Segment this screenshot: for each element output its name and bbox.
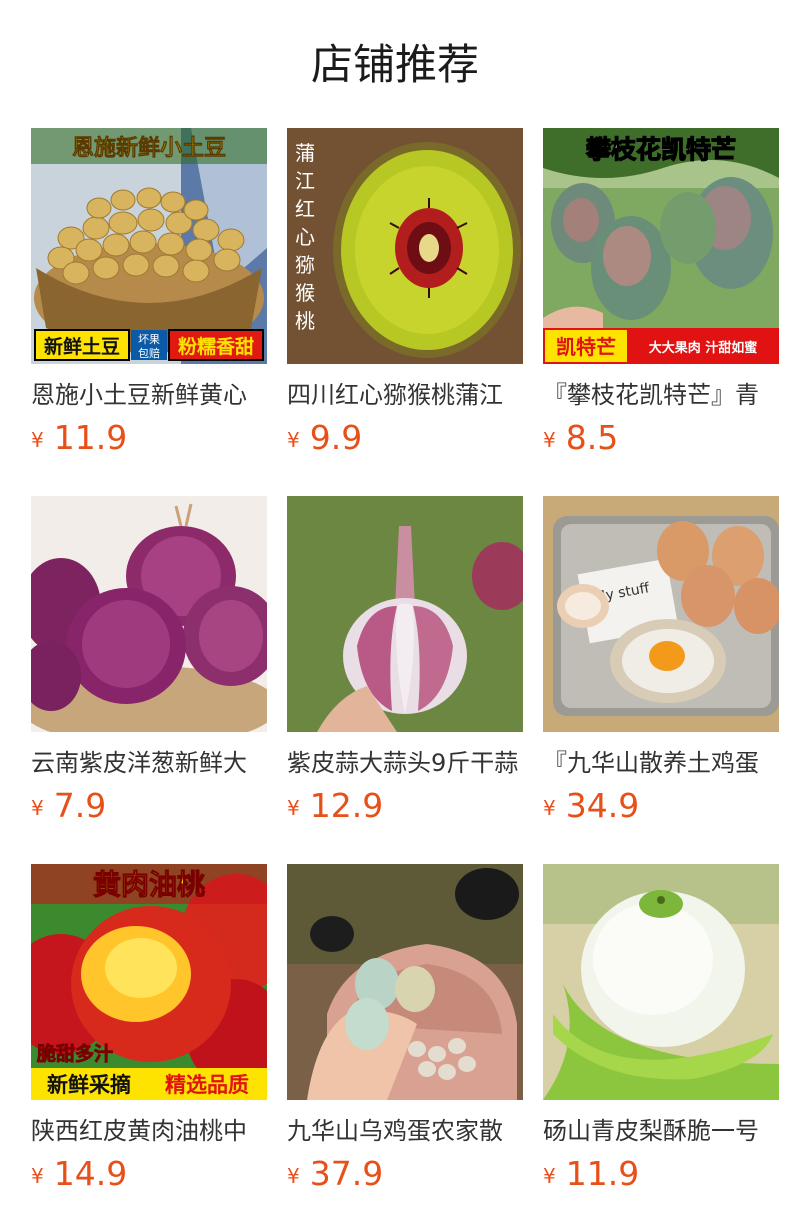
svg-text:猕: 猕: [295, 253, 315, 277]
price-value: 14.9: [53, 1154, 128, 1193]
garlic-bulb-image: [287, 496, 523, 732]
product-name[interactable]: 恩施小土豆新鲜黄心: [31, 378, 267, 412]
currency-symbol: ¥: [31, 1164, 44, 1188]
product-image[interactable]: [287, 496, 523, 732]
product-name[interactable]: 四川红心猕猴桃蒲江: [287, 378, 523, 412]
product-image[interactable]: 蒲 江 红 心 猕 猴 桃: [287, 128, 523, 364]
product-image[interactable]: 恩施新鲜小土豆 新鲜土豆 坏果 包赔 粉糯香甜: [31, 128, 267, 364]
currency-symbol: ¥: [287, 1164, 300, 1188]
product-price: ¥37.9: [287, 1154, 383, 1194]
svg-text:新鲜土豆: 新鲜土豆: [44, 335, 120, 358]
currency-symbol: ¥: [31, 796, 44, 820]
svg-text:坏果: 坏果: [138, 333, 160, 346]
product-card[interactable]: 砀山青皮梨酥脆一号 ¥11.9: [543, 864, 779, 1194]
product-name[interactable]: 紫皮蒜大蒜头9斤干蒜: [287, 746, 523, 780]
product-price: ¥9.9: [287, 418, 362, 458]
product-price: ¥34.9: [543, 786, 639, 826]
product-card[interactable]: 九华山乌鸡蛋农家散 ¥37.9: [287, 864, 523, 1194]
product-name[interactable]: 云南紫皮洋葱新鲜大: [31, 746, 267, 780]
product-price: ¥7.9: [31, 786, 106, 826]
svg-text:新鲜采摘: 新鲜采摘: [47, 1073, 131, 1097]
red-onion-image: [31, 496, 267, 732]
svg-text:包赔: 包赔: [138, 346, 160, 360]
product-card[interactable]: 蒲 江 红 心 猕 猴 桃 四川红心猕猴桃蒲江 ¥9.9: [287, 128, 523, 458]
currency-symbol: ¥: [543, 428, 556, 452]
svg-text:凯特芒: 凯特芒: [556, 335, 616, 359]
svg-text:桃: 桃: [295, 309, 315, 333]
svg-text:精选品质: 精选品质: [165, 1073, 249, 1097]
svg-text:江: 江: [295, 169, 315, 193]
product-name[interactable]: 九华山乌鸡蛋农家散: [287, 1114, 523, 1148]
currency-symbol: ¥: [543, 1164, 556, 1188]
product-image[interactable]: [543, 864, 779, 1100]
product-image[interactable]: 黄肉油桃 脆甜多汁 新鲜采摘 精选品质: [31, 864, 267, 1100]
price-value: 37.9: [309, 1154, 384, 1193]
product-price: ¥12.9: [287, 786, 383, 826]
product-card[interactable]: My stuff 『九华山散养土鸡蛋 ¥34.9: [543, 496, 779, 826]
potato-basket-image: 恩施新鲜小土豆 新鲜土豆 坏果 包赔 粉糯香甜: [31, 128, 267, 364]
price-value: 11.9: [565, 1154, 640, 1193]
svg-text:粉糯香甜: 粉糯香甜: [178, 335, 254, 358]
svg-text:蒲: 蒲: [295, 141, 315, 165]
svg-text:黄肉油桃: 黄肉油桃: [93, 868, 205, 901]
currency-symbol: ¥: [543, 796, 556, 820]
svg-text:恩施新鲜小土豆: 恩施新鲜小土豆: [72, 135, 226, 161]
product-image[interactable]: [287, 864, 523, 1100]
product-price: ¥11.9: [31, 418, 127, 458]
product-price: ¥11.9: [543, 1154, 639, 1194]
product-card[interactable]: 紫皮蒜大蒜头9斤干蒜 ¥12.9: [287, 496, 523, 826]
price-value: 11.9: [53, 418, 128, 457]
svg-text:脆甜多汁: 脆甜多汁: [36, 1042, 113, 1065]
currency-symbol: ¥: [287, 796, 300, 820]
product-name[interactable]: 砀山青皮梨酥脆一号: [543, 1114, 779, 1148]
product-image[interactable]: [31, 496, 267, 732]
product-price: ¥14.9: [31, 1154, 127, 1194]
eggs-tray-image: My stuff: [543, 496, 779, 732]
currency-symbol: ¥: [31, 428, 44, 452]
price-value: 9.9: [309, 418, 363, 457]
svg-text:攀枝花凯特芒: 攀枝花凯特芒: [585, 135, 736, 164]
price-value: 12.9: [309, 786, 384, 825]
svg-text:心: 心: [295, 225, 315, 249]
svg-text:猴: 猴: [295, 281, 315, 305]
nectarine-image: 黄肉油桃 脆甜多汁 新鲜采摘 精选品质: [31, 864, 267, 1100]
product-name[interactable]: 『九华山散养土鸡蛋: [543, 746, 779, 780]
mango-tree-image: 攀枝花凯特芒 凯特芒 大大果肉 汁甜如蜜: [543, 128, 779, 364]
store-recommendations-page: 店铺推荐 恩施新鲜小土豆 新鲜土豆 坏果 包赔 粉糯香甜 恩施小土豆新鲜黄心 ¥…: [0, 0, 790, 1232]
product-name[interactable]: 陕西红皮黄肉油桃中: [31, 1114, 267, 1148]
product-price: ¥8.5: [543, 418, 618, 458]
kiwi-fruit-image: 蒲 江 红 心 猕 猴 桃: [287, 128, 523, 364]
peeled-pear-image: [543, 864, 779, 1100]
product-name[interactable]: 『攀枝花凯特芒』青: [543, 378, 779, 412]
page-title: 店铺推荐: [310, 40, 479, 89]
svg-text:红: 红: [295, 197, 315, 221]
price-value: 8.5: [565, 418, 619, 457]
product-image[interactable]: 攀枝花凯特芒 凯特芒 大大果肉 汁甜如蜜: [543, 128, 779, 364]
product-card[interactable]: 攀枝花凯特芒 凯特芒 大大果肉 汁甜如蜜 『攀枝花凯特芒』青 ¥8.5: [543, 128, 779, 458]
product-image[interactable]: My stuff: [543, 496, 779, 732]
price-value: 34.9: [565, 786, 640, 825]
product-card[interactable]: 恩施新鲜小土豆 新鲜土豆 坏果 包赔 粉糯香甜 恩施小土豆新鲜黄心 ¥11.9: [31, 128, 267, 458]
green-eggs-hand-image: [287, 864, 523, 1100]
currency-symbol: ¥: [287, 428, 300, 452]
svg-text:大大果肉 汁甜如蜜: 大大果肉 汁甜如蜜: [649, 340, 758, 356]
product-card[interactable]: 黄肉油桃 脆甜多汁 新鲜采摘 精选品质 陕西红皮黄肉油桃中 ¥14.9: [31, 864, 267, 1194]
price-value: 7.9: [53, 786, 107, 825]
product-card[interactable]: 云南紫皮洋葱新鲜大 ¥7.9: [31, 496, 267, 826]
